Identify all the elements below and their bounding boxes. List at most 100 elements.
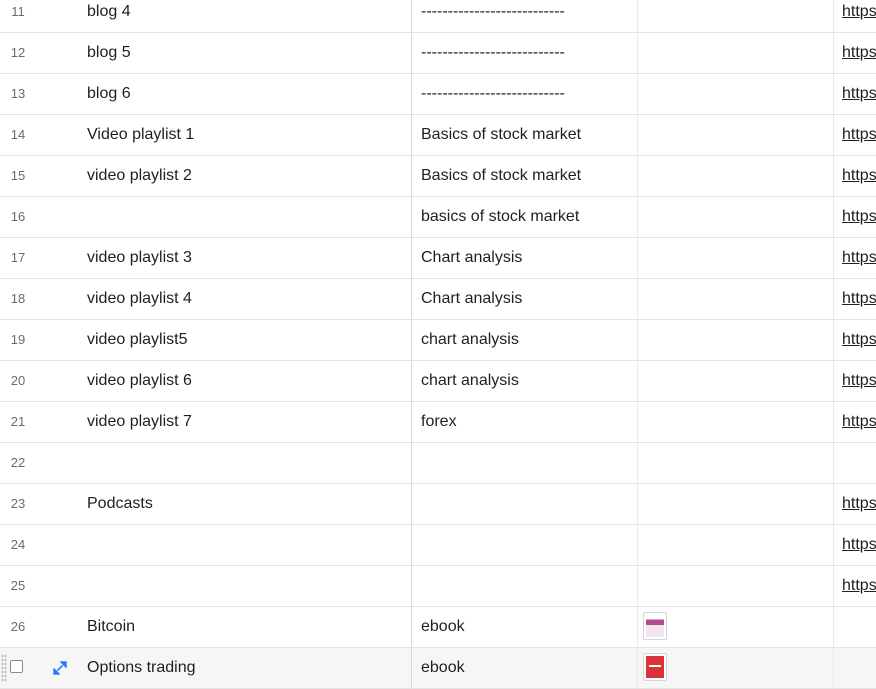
category-cell[interactable]: ebook <box>411 607 636 647</box>
link-cell[interactable] <box>833 648 876 688</box>
table-row[interactable]: 17 video playlist 3 Chart analysis https <box>0 238 876 279</box>
name-cell[interactable]: blog 4 <box>87 0 407 32</box>
category-cell[interactable]: Chart analysis <box>411 279 636 319</box>
link-cell[interactable]: https <box>833 566 876 606</box>
attachment-cell[interactable] <box>637 238 833 278</box>
name-cell[interactable]: video playlist 7 <box>87 402 407 442</box>
row-number: 22 <box>10 455 26 470</box>
category-cell[interactable] <box>411 525 636 565</box>
table-row[interactable]: 18 video playlist 4 Chart analysis https <box>0 279 876 320</box>
expand-record-icon[interactable] <box>52 660 68 676</box>
attachment-cell[interactable] <box>637 484 833 524</box>
attachment-cell[interactable] <box>637 197 833 237</box>
attachment-cell[interactable] <box>637 361 833 401</box>
category-cell[interactable]: --------------------------- <box>411 0 636 32</box>
table-row[interactable]: 23 Podcasts https <box>0 484 876 525</box>
attachment-cell[interactable] <box>637 607 833 647</box>
row-number: 25 <box>10 578 26 593</box>
attachment-cell[interactable] <box>637 648 833 688</box>
table-row[interactable]: 26 Bitcoin ebook <box>0 607 876 648</box>
category-cell[interactable]: Basics of stock market <box>411 156 636 196</box>
row-number: 12 <box>10 45 26 60</box>
category-cell[interactable]: basics of stock market <box>411 197 636 237</box>
ebook-cover-thumbnail[interactable] <box>643 612 667 640</box>
table-row[interactable]: 14 Video playlist 1 Basics of stock mark… <box>0 115 876 156</box>
attachment-cell[interactable] <box>637 115 833 155</box>
name-cell[interactable] <box>87 566 407 606</box>
link-cell[interactable]: https <box>833 115 876 155</box>
name-cell[interactable]: Bitcoin <box>87 607 407 647</box>
link-cell[interactable]: https <box>833 484 876 524</box>
name-cell[interactable]: blog 6 <box>87 74 407 114</box>
link-cell[interactable]: https <box>833 156 876 196</box>
name-cell[interactable]: video playlist 4 <box>87 279 407 319</box>
name-cell[interactable]: Podcasts <box>87 484 407 524</box>
link-cell[interactable]: https <box>833 279 876 319</box>
ebook-cover-thumbnail[interactable] <box>643 653 667 681</box>
category-cell[interactable]: forex <box>411 402 636 442</box>
category-cell[interactable] <box>411 443 636 483</box>
name-cell[interactable]: video playlist 2 <box>87 156 407 196</box>
link-cell[interactable] <box>833 607 876 647</box>
category-cell[interactable]: Basics of stock market <box>411 115 636 155</box>
table-row[interactable]: 24 https <box>0 525 876 566</box>
table-row[interactable]: 21 video playlist 7 forex https <box>0 402 876 443</box>
name-cell[interactable] <box>87 525 407 565</box>
row-number: 23 <box>10 496 26 511</box>
bitcoin-cover-image <box>646 615 664 637</box>
attachment-cell[interactable] <box>637 74 833 114</box>
link-cell[interactable]: https <box>833 33 876 73</box>
category-cell[interactable]: --------------------------- <box>411 74 636 114</box>
attachment-cell[interactable] <box>637 402 833 442</box>
row-number: 24 <box>10 537 26 552</box>
attachment-cell[interactable] <box>637 320 833 360</box>
table-row[interactable]: 20 video playlist 6 chart analysis https <box>0 361 876 402</box>
row-number: 21 <box>10 414 26 429</box>
attachment-cell[interactable] <box>637 443 833 483</box>
link-cell[interactable]: https <box>833 238 876 278</box>
link-cell[interactable]: https <box>833 525 876 565</box>
row-select-checkbox[interactable] <box>10 660 23 673</box>
link-cell[interactable]: https <box>833 74 876 114</box>
name-cell[interactable]: Options trading <box>87 648 407 688</box>
category-cell[interactable]: ebook <box>411 648 636 688</box>
name-cell[interactable]: video playlist 3 <box>87 238 407 278</box>
attachment-cell[interactable] <box>637 566 833 606</box>
name-cell[interactable]: video playlist5 <box>87 320 407 360</box>
table-row[interactable]: 16 basics of stock market https <box>0 197 876 238</box>
name-cell[interactable]: blog 5 <box>87 33 407 73</box>
table-row[interactable]: 15 video playlist 2 Basics of stock mark… <box>0 156 876 197</box>
row-number: 19 <box>10 332 26 347</box>
name-cell[interactable] <box>87 197 407 237</box>
attachment-cell[interactable] <box>637 33 833 73</box>
attachment-cell[interactable] <box>637 0 833 32</box>
link-cell[interactable]: https <box>833 361 876 401</box>
category-cell[interactable]: chart analysis <box>411 320 636 360</box>
table-row[interactable]: 11 blog 4 --------------------------- ht… <box>0 0 876 33</box>
table-row[interactable]: 12 blog 5 --------------------------- ht… <box>0 33 876 74</box>
link-cell[interactable]: https <box>833 0 876 32</box>
table-row[interactable]: Options trading ebook <box>0 648 876 689</box>
name-cell[interactable]: video playlist 6 <box>87 361 407 401</box>
row-number: 20 <box>10 373 26 388</box>
table-row[interactable]: 25 https <box>0 566 876 607</box>
table-row[interactable]: 19 video playlist5 chart analysis https <box>0 320 876 361</box>
table-row[interactable]: 22 <box>0 443 876 484</box>
name-cell[interactable]: Video playlist 1 <box>87 115 407 155</box>
attachment-cell[interactable] <box>637 525 833 565</box>
link-cell[interactable]: https <box>833 402 876 442</box>
category-cell[interactable]: --------------------------- <box>411 33 636 73</box>
link-cell[interactable] <box>833 443 876 483</box>
row-number: 18 <box>10 291 26 306</box>
category-cell[interactable]: Chart analysis <box>411 238 636 278</box>
attachment-cell[interactable] <box>637 156 833 196</box>
link-cell[interactable]: https <box>833 197 876 237</box>
name-cell[interactable] <box>87 443 407 483</box>
link-cell[interactable]: https <box>833 320 876 360</box>
drag-handle-icon[interactable] <box>1 654 7 682</box>
attachment-cell[interactable] <box>637 279 833 319</box>
category-cell[interactable] <box>411 484 636 524</box>
table-row[interactable]: 13 blog 6 --------------------------- ht… <box>0 74 876 115</box>
category-cell[interactable]: chart analysis <box>411 361 636 401</box>
category-cell[interactable] <box>411 566 636 606</box>
